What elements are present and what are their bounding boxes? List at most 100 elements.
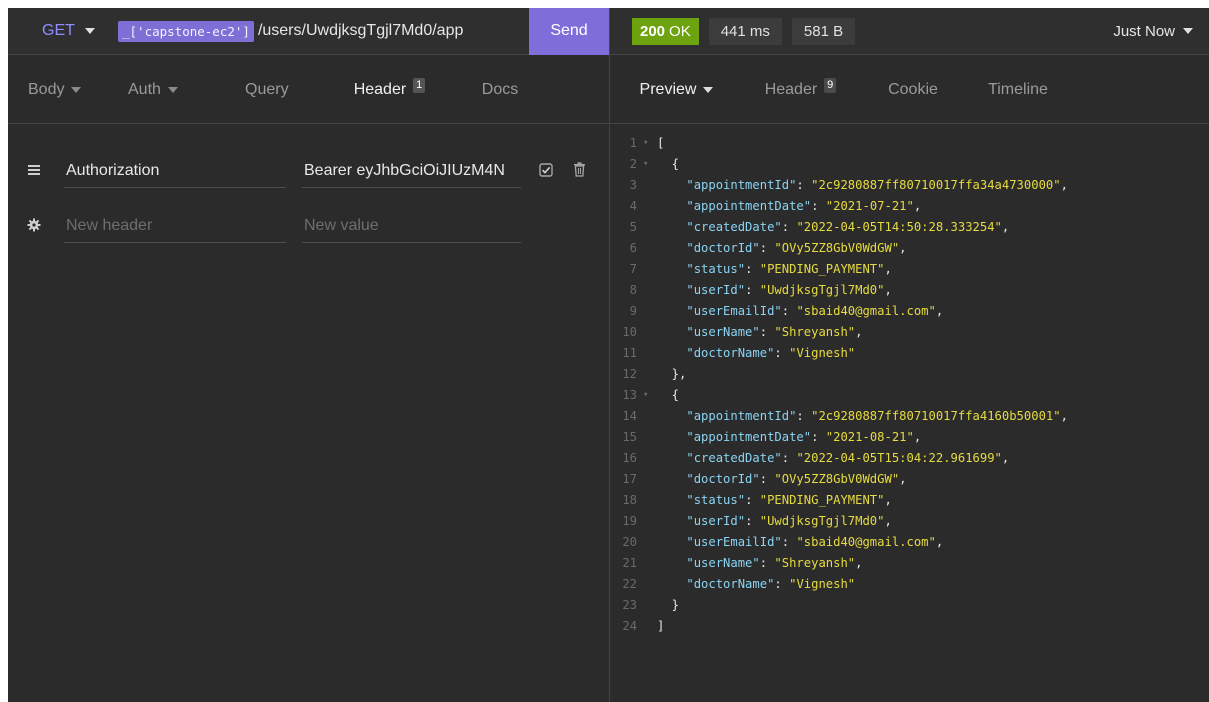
fold-gutter: [643, 469, 657, 490]
json-key: "userId": [686, 514, 746, 528]
tab-auth[interactable]: Auth: [118, 56, 224, 124]
json-string-value: "2021-07-21": [825, 199, 914, 213]
code-text: }: [657, 598, 680, 612]
line-number: 6: [629, 241, 637, 255]
json-key: "userName": [686, 556, 760, 570]
chevron-down-icon: [84, 28, 95, 34]
method-label: GET: [42, 22, 75, 39]
line-number: 17: [622, 472, 637, 486]
header-value-field[interactable]: Bearer eyJhbGciOiJIUzM4N: [302, 154, 521, 188]
code-line: 12 },: [610, 364, 1209, 385]
json-string-value: "PENDING_PAYMENT": [759, 493, 885, 507]
line-number: 8: [629, 283, 637, 297]
json-key: "appointmentDate": [686, 430, 812, 444]
code-text: :: [774, 577, 790, 591]
code-text: :: [774, 346, 790, 360]
new-header-name-field[interactable]: New header: [64, 209, 286, 243]
json-key: "userEmailId": [686, 535, 782, 549]
line-number: 1: [629, 136, 637, 150]
drag-handle-icon[interactable]: [27, 163, 41, 177]
fold-gutter: [643, 595, 657, 616]
trash-icon[interactable]: [573, 162, 586, 182]
new-header-value-field[interactable]: New value: [302, 209, 521, 243]
tab-timeline[interactable]: Timeline: [968, 56, 1068, 124]
json-string-value: "PENDING_PAYMENT": [759, 262, 885, 276]
tab-header[interactable]: Header 1: [324, 56, 455, 124]
tab-underline: [8, 123, 1209, 124]
response-tabs: Preview Header 9 Cookie Timeline: [610, 56, 1209, 124]
gear-icon[interactable]: [27, 218, 41, 232]
tab-label: Body: [28, 81, 65, 98]
json-string-value: "2c9280887ff80710017ffa34a4730000": [811, 178, 1061, 192]
json-key: "doctorId": [686, 472, 760, 486]
code-text: :: [781, 220, 797, 234]
tab-label: Header: [764, 81, 818, 98]
tab-label: Preview: [639, 81, 697, 98]
code-line: 10 "userName": "Shreyansh",: [610, 322, 1209, 343]
tab-body[interactable]: Body: [8, 56, 118, 124]
method-dropdown[interactable]: GET: [8, 22, 118, 40]
tab-label: Query: [245, 81, 289, 98]
json-key: "userId": [686, 283, 746, 297]
code-line: 6 "doctorId": "OVy5ZZ8GbV0WdGW",: [610, 238, 1209, 259]
chevron-down-icon: [167, 87, 178, 93]
json-key: "userEmailId": [686, 304, 782, 318]
fold-gutter: [643, 322, 657, 343]
tab-cookie[interactable]: Cookie: [858, 56, 968, 124]
code-text: :: [759, 472, 775, 486]
code-text: ,: [899, 241, 907, 255]
tab-response-header[interactable]: Header 9: [743, 56, 858, 124]
url-input[interactable]: _['capstone-ec2'] /users/UwdjksgTgjl7Md0…: [118, 20, 529, 42]
code-line: 9 "userEmailId": "sbaid40@gmail.com",: [610, 301, 1209, 322]
code-line: 8 "userId": "UwdjksgTgjl7Md0",: [610, 280, 1209, 301]
fold-toggle-icon[interactable]: ▾: [643, 385, 657, 406]
header-name-field[interactable]: Authorization: [64, 154, 286, 188]
fold-gutter: [643, 553, 657, 574]
header-count-badge: 1: [413, 77, 426, 93]
code-text: ,: [855, 556, 863, 570]
code-text: :: [745, 493, 760, 507]
response-time: 441 ms: [708, 17, 782, 45]
fold-gutter: [643, 238, 657, 259]
line-number: 23: [622, 598, 637, 612]
json-string-value: "2c9280887ff80710017ffa4160b50001": [811, 409, 1061, 423]
environment-variable-tag[interactable]: _['capstone-ec2']: [118, 20, 254, 42]
line-number: 18: [622, 493, 637, 507]
code-line: 3 "appointmentId": "2c9280887ff80710017f…: [610, 175, 1209, 196]
json-key: "doctorName": [686, 577, 775, 591]
tab-query[interactable]: Query: [224, 56, 324, 124]
fold-gutter: [643, 175, 657, 196]
code-text: ,: [884, 514, 892, 528]
code-text: ,: [884, 493, 892, 507]
code-line: 13 ▾ {: [610, 385, 1209, 406]
code-line: 16 "createdDate": "2022-04-05T15:04:22.9…: [610, 448, 1209, 469]
code-text: ,: [935, 304, 944, 318]
chevron-down-icon: [703, 87, 714, 93]
fold-gutter: [643, 343, 657, 364]
tab-label: Docs: [481, 81, 519, 98]
fold-gutter: [643, 280, 657, 301]
json-key: "doctorName": [686, 346, 775, 360]
fold-gutter: [643, 259, 657, 280]
fold-gutter: [643, 364, 657, 385]
json-string-value: "Shreyansh": [774, 556, 856, 570]
line-number: 4: [629, 199, 637, 213]
send-button[interactable]: Send: [529, 8, 609, 55]
code-text: ,: [1001, 220, 1010, 234]
code-line: 23 }: [610, 595, 1209, 616]
response-history-dropdown[interactable]: Just Now: [1113, 23, 1193, 40]
json-key: "status": [686, 493, 746, 507]
request-tabs: Body Auth Query Header 1 Docs: [8, 56, 609, 124]
json-string-value: "2021-08-21": [825, 430, 914, 444]
fold-toggle-icon[interactable]: ▾: [643, 133, 657, 154]
json-string-value: "Vignesh": [789, 346, 856, 360]
enabled-checkbox-icon[interactable]: [539, 163, 553, 182]
tab-docs[interactable]: Docs: [455, 56, 545, 124]
fold-toggle-icon[interactable]: ▾: [643, 154, 657, 175]
tab-preview[interactable]: Preview: [610, 56, 743, 124]
insomnia-window: GET _['capstone-ec2'] /users/UwdjksgTgjl…: [8, 8, 1209, 702]
